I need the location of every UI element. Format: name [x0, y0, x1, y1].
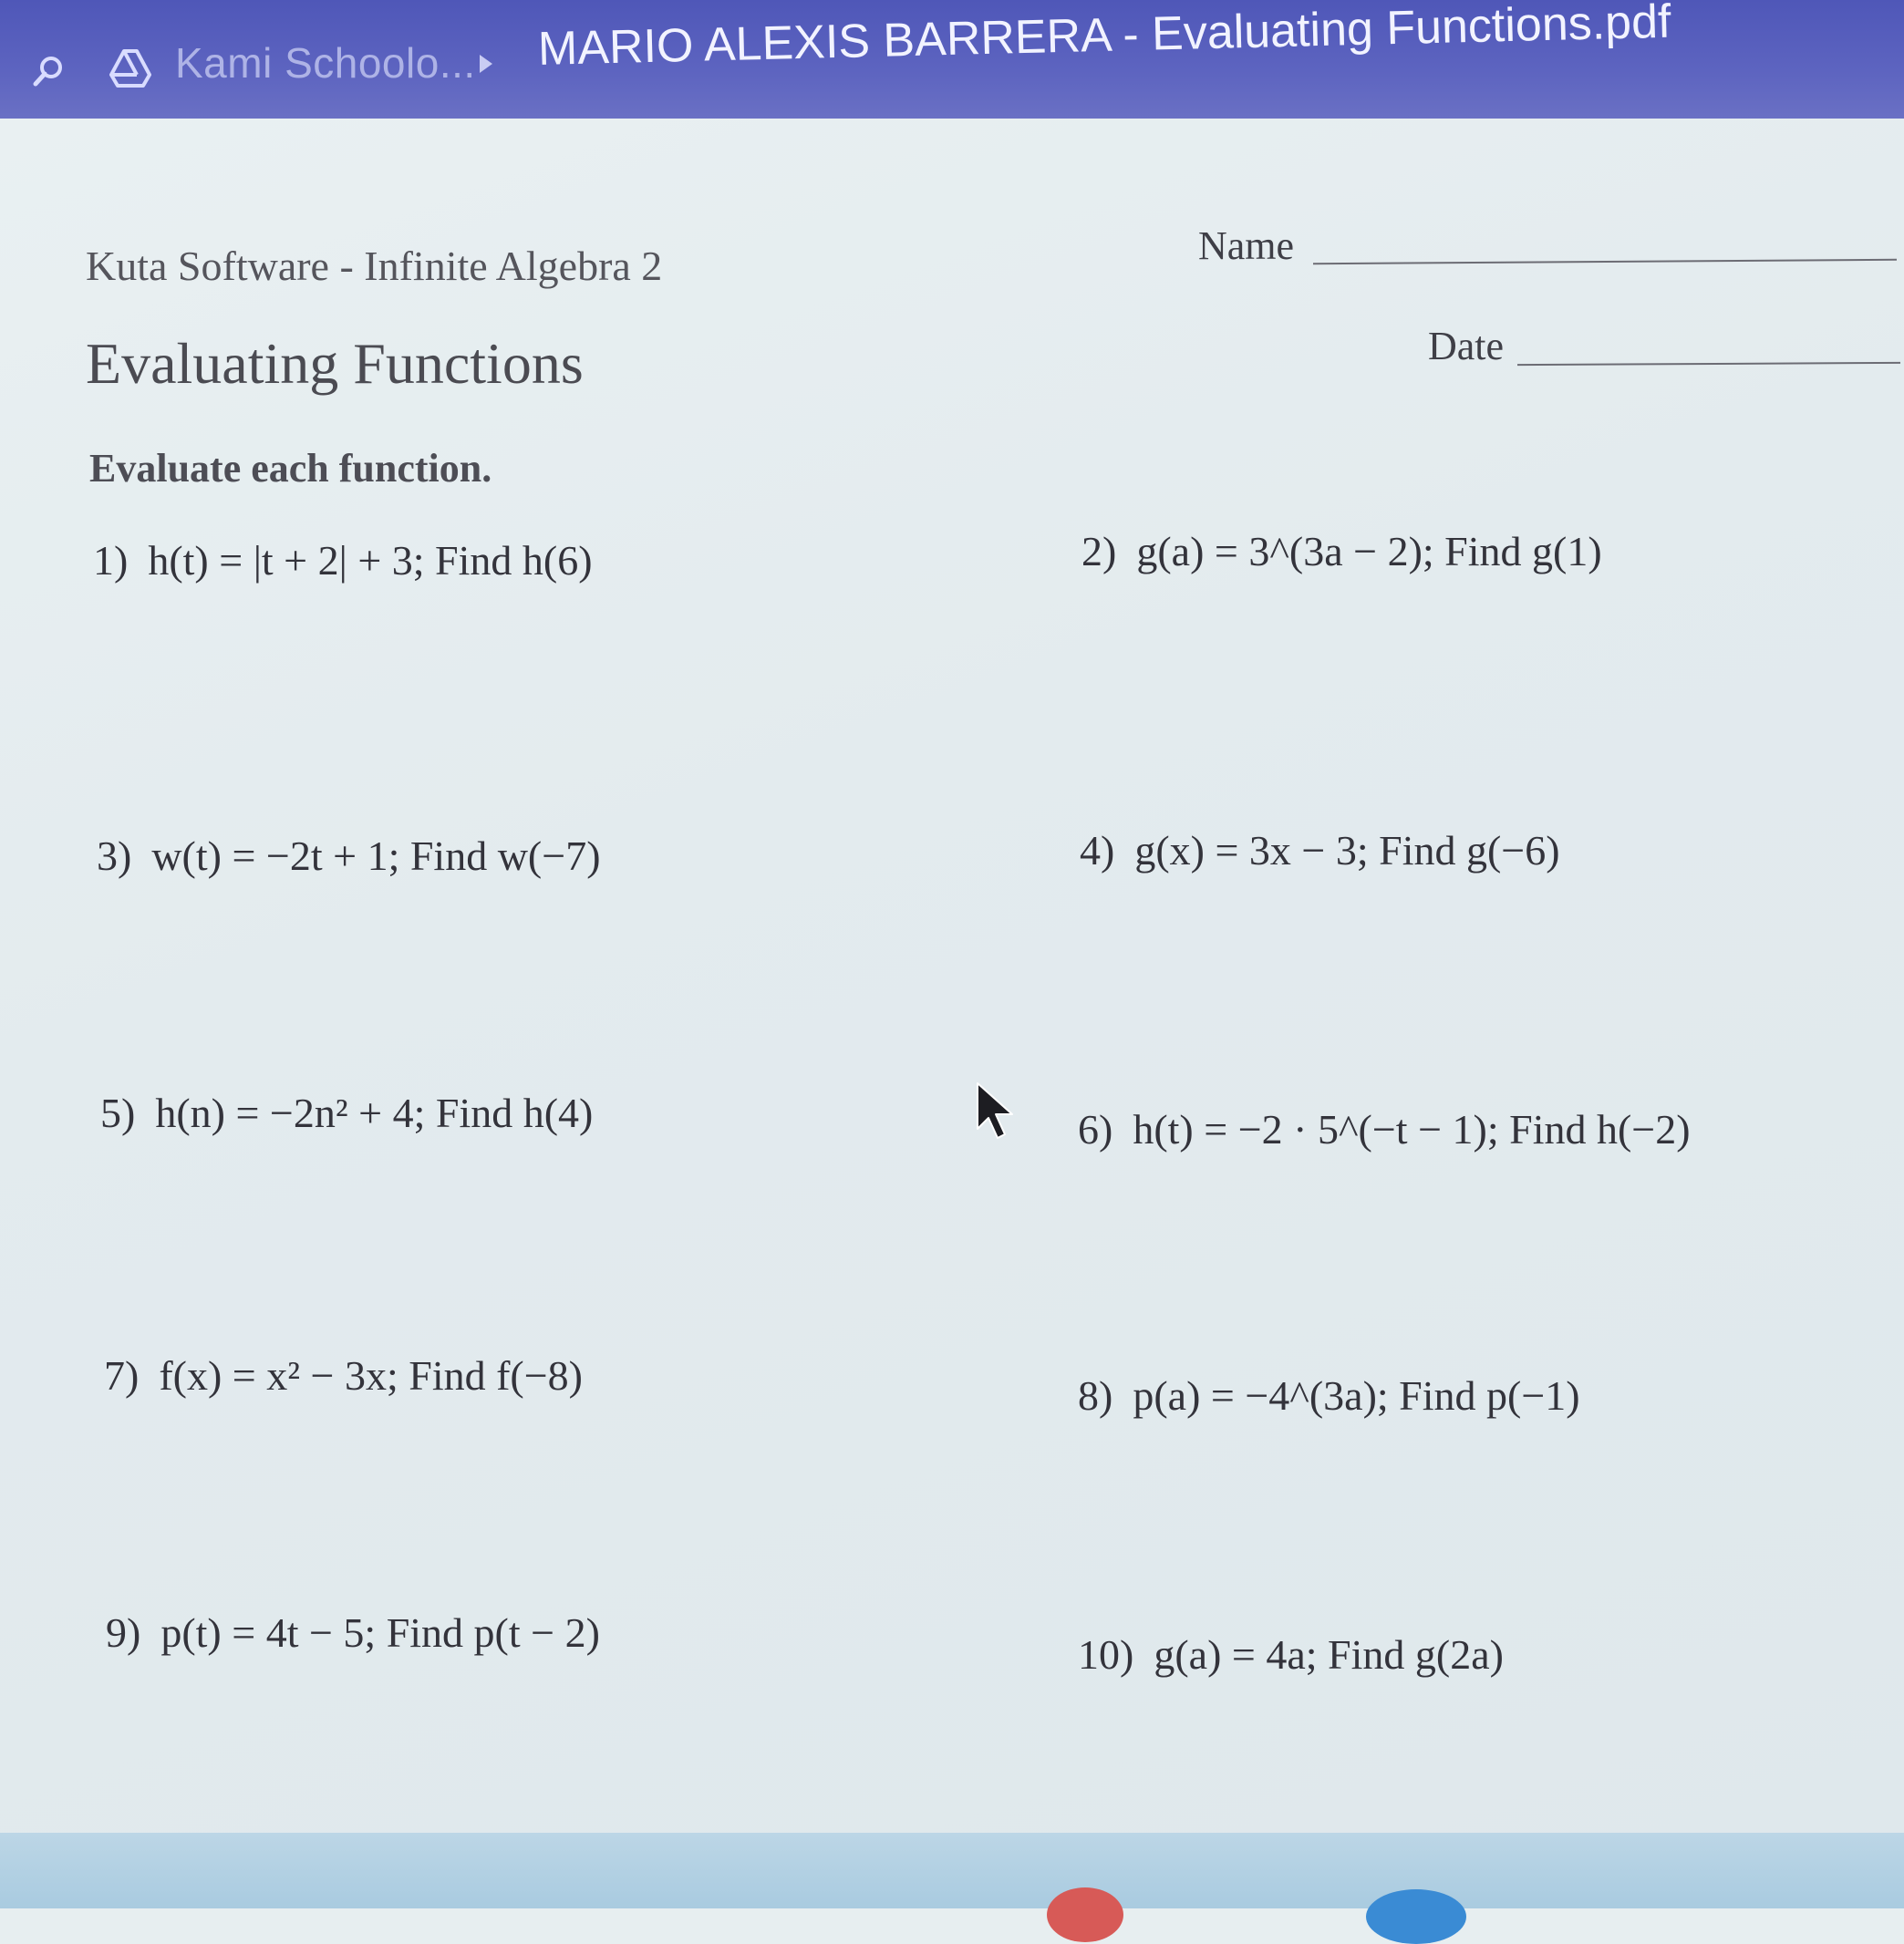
problem-7: 7) f(x) = x² − 3x; Find f(−8) [104, 1351, 583, 1400]
problem-expression: f(x) = x² − 3x; Find f(−8) [159, 1352, 583, 1399]
problem-number: 6) [1078, 1106, 1113, 1153]
problem-3: 3) w(t) = −2t + 1; Find w(−7) [97, 832, 601, 880]
mouse-pointer-icon [974, 1081, 1019, 1140]
problem-4: 4) g(x) = 3x − 3; Find g(−6) [1080, 826, 1560, 874]
app-header: Kami Schoolo... MARIO ALEXIS BARRERA - E… [0, 0, 1904, 119]
publisher-heading: Kuta Software - Infinite Algebra 2 [86, 243, 663, 289]
problem-expression: h(t) = |t + 2| + 3; Find h(6) [148, 537, 593, 584]
problem-expression: p(t) = 4t − 5; Find p(t − 2) [160, 1609, 600, 1656]
name-label: Name [1198, 223, 1295, 268]
chevron-right-icon [472, 46, 500, 82]
document-title: MARIO ALEXIS BARRERA - Evaluating Functi… [537, 0, 1672, 76]
problem-6: 6) h(t) = −2 · 5^(−t − 1); Find h(−2) [1078, 1105, 1691, 1153]
problem-10: 10) g(a) = 4a; Find g(2a) [1078, 1630, 1504, 1679]
problem-number: 8) [1078, 1372, 1113, 1419]
date-label: Date [1428, 324, 1505, 368]
problem-number: 2) [1081, 528, 1117, 574]
problem-number: 4) [1080, 827, 1115, 874]
problem-number: 1) [93, 537, 129, 584]
drive-icon[interactable] [108, 46, 153, 91]
problem-expression: h(t) = −2 · 5^(−t − 1); Find h(−2) [1133, 1106, 1691, 1153]
problem-expression: g(x) = 3x − 3; Find g(−6) [1134, 827, 1560, 874]
bottom-toolbar [0, 1833, 1904, 1944]
problem-number: 9) [106, 1609, 141, 1656]
problem-expression: h(n) = −2n² + 4; Find h(4) [155, 1090, 594, 1136]
problem-number: 3) [97, 832, 132, 879]
problem-expression: g(a) = 3^(3a − 2); Find g(1) [1136, 528, 1602, 574]
blue-tool-icon[interactable] [1366, 1889, 1466, 1944]
problem-number: 10) [1078, 1631, 1134, 1678]
problem-expression: g(a) = 4a; Find g(2a) [1154, 1631, 1504, 1678]
problem-expression: w(t) = −2t + 1; Find w(−7) [151, 832, 601, 879]
search-icon[interactable] [31, 53, 67, 89]
problem-number: 7) [104, 1352, 140, 1399]
problem-5: 5) h(n) = −2n² + 4; Find h(4) [100, 1089, 593, 1137]
worksheet-title: Evaluating Functions [86, 331, 584, 396]
problem-number: 5) [100, 1090, 136, 1136]
problem-8: 8) p(a) = −4^(3a); Find p(−1) [1078, 1371, 1580, 1420]
problem-1: 1) h(t) = |t + 2| + 3; Find h(6) [93, 536, 593, 584]
problem-9: 9) p(t) = 4t − 5; Find p(t − 2) [106, 1608, 600, 1657]
instructions: Evaluate each function. [89, 446, 492, 491]
red-tool-icon[interactable] [1047, 1887, 1123, 1942]
problem-2: 2) g(a) = 3^(3a − 2); Find g(1) [1081, 527, 1602, 575]
problem-expression: p(a) = −4^(3a); Find p(−1) [1133, 1372, 1580, 1419]
breadcrumb-folder[interactable]: Kami Schoolo... [175, 38, 476, 88]
